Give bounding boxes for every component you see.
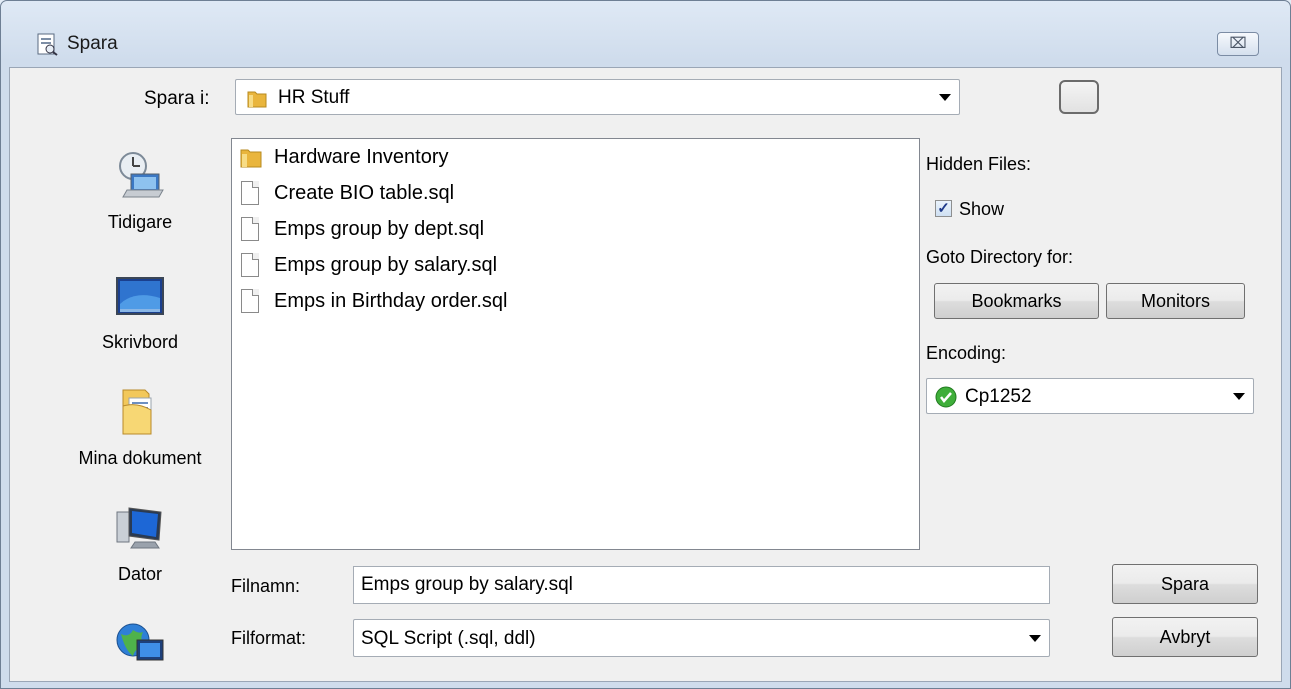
encoding-dropdown[interactable]: Cp1252 — [926, 378, 1254, 414]
save-button-label: Spara — [1160, 574, 1210, 594]
cancel-button[interactable]: Avbryt — [1112, 617, 1258, 657]
encoding-label: Encoding: — [926, 343, 1007, 363]
new-folder-button[interactable] — [1059, 80, 1099, 114]
chevron-down-icon — [1029, 635, 1041, 642]
close-icon: ⌧ — [1229, 35, 1247, 52]
place-desktop[interactable]: Skrivbord — [55, 270, 225, 353]
title-bar: Spara ⌧ — [1, 1, 1290, 67]
monitors-button[interactable]: Monitors — [1106, 283, 1245, 319]
my-documents-icon — [122, 389, 152, 435]
place-label: Mina dokument — [78, 448, 202, 468]
monitors-button-label: Monitors — [1140, 291, 1211, 311]
filename-value: Emps group by salary.sql — [361, 574, 573, 595]
file-name: Create BIO table.sql — [274, 181, 455, 204]
goto-directory-label: Goto Directory for: — [926, 247, 1074, 267]
computer-icon — [116, 507, 162, 549]
document-icon — [241, 289, 259, 313]
cancel-button-label: Avbryt — [1159, 627, 1211, 647]
bookmarks-button-label: Bookmarks — [971, 291, 1062, 311]
folder-icon — [247, 91, 267, 108]
place-label: Tidigare — [107, 212, 173, 232]
file-name: Emps in Birthday order.sql — [274, 289, 508, 312]
save-dialog-window: Spara ⌧ Spara i: HR Stuff Tidigare Skriv… — [0, 0, 1291, 689]
list-item[interactable]: Hardware Inventory — [238, 140, 449, 174]
chevron-down-icon — [939, 94, 951, 101]
bookmarks-button[interactable]: Bookmarks — [934, 283, 1099, 319]
fileformat-dropdown[interactable]: SQL Script (.sql, ddl) — [353, 619, 1050, 657]
place-label: Skrivbord — [101, 332, 179, 352]
document-icon — [241, 181, 259, 205]
save-button[interactable]: Spara — [1112, 564, 1258, 604]
place-label: Dator — [117, 564, 162, 584]
window-title: Spara — [67, 33, 118, 54]
recent-places-icon — [119, 152, 164, 198]
folder-icon — [240, 149, 262, 168]
filename-field[interactable]: Emps group by salary.sql — [353, 566, 1050, 604]
list-item[interactable]: Emps group by dept.sql — [238, 212, 484, 246]
chevron-down-icon — [1233, 393, 1245, 400]
show-hidden-checkbox[interactable]: ✓ — [935, 200, 952, 217]
save-in-dropdown[interactable]: HR Stuff — [235, 79, 960, 115]
encoding-value: Cp1252 — [965, 386, 1032, 407]
file-name: Hardware Inventory — [274, 145, 449, 168]
dialog-client: Spara i: HR Stuff Tidigare Skrivbord Min… — [9, 67, 1282, 682]
place-network[interactable] — [55, 616, 225, 672]
place-recent[interactable]: Tidigare — [55, 150, 225, 233]
save-in-label: Spara i: — [144, 88, 210, 109]
close-button[interactable]: ⌧ — [1217, 32, 1259, 56]
save-in-value: HR Stuff — [278, 87, 350, 108]
file-name: Emps group by dept.sql — [274, 217, 485, 240]
filename-label: Filnamn: — [231, 576, 301, 596]
file-list[interactable]: Hardware Inventory Create BIO table.sql … — [231, 138, 920, 550]
show-hidden-label: Show — [959, 199, 1005, 219]
fileformat-label: Filformat: — [231, 628, 307, 648]
document-icon — [241, 253, 259, 277]
check-circle-icon — [935, 386, 957, 408]
place-computer[interactable]: Dator — [55, 502, 225, 585]
list-item[interactable]: Emps group by salary.sql — [238, 248, 497, 282]
network-icon — [116, 623, 164, 661]
list-item[interactable]: Create BIO table.sql — [238, 176, 454, 210]
document-icon — [241, 217, 259, 241]
desktop-icon — [116, 277, 164, 315]
list-item[interactable]: Emps in Birthday order.sql — [238, 284, 507, 318]
place-documents[interactable]: Mina dokument — [55, 386, 225, 469]
file-name: Emps group by salary.sql — [274, 253, 498, 276]
fileformat-value: SQL Script (.sql, ddl) — [361, 628, 536, 649]
hidden-files-label: Hidden Files: — [926, 154, 1032, 174]
app-icon — [37, 33, 58, 56]
check-icon: ✓ — [937, 200, 950, 217]
